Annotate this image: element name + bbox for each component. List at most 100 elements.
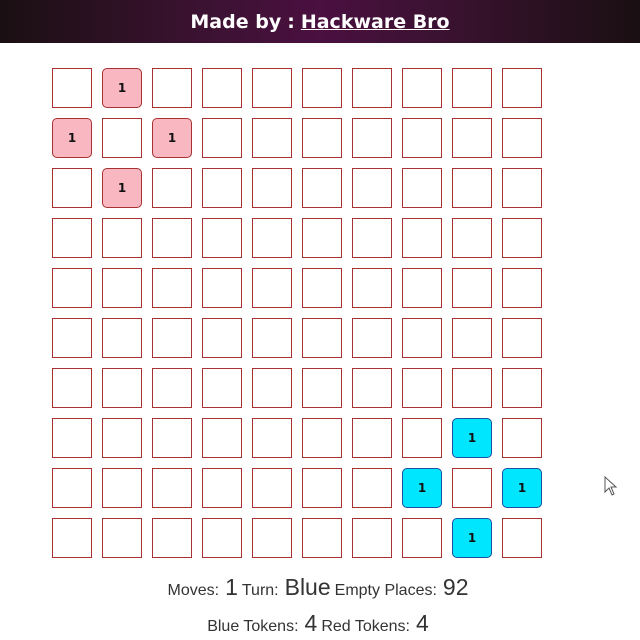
empty-cell[interactable] — [302, 218, 342, 258]
empty-cell[interactable] — [252, 218, 292, 258]
empty-cell[interactable] — [502, 218, 542, 258]
empty-cell[interactable] — [452, 68, 492, 108]
empty-cell[interactable] — [402, 268, 442, 308]
empty-cell[interactable] — [202, 218, 242, 258]
empty-cell[interactable] — [452, 168, 492, 208]
empty-cell[interactable] — [452, 118, 492, 158]
empty-cell[interactable] — [202, 268, 242, 308]
empty-cell[interactable] — [502, 318, 542, 358]
empty-cell[interactable] — [452, 268, 492, 308]
red-token-cell[interactable]: 1 — [152, 118, 192, 158]
empty-cell[interactable] — [52, 218, 92, 258]
empty-cell[interactable] — [252, 168, 292, 208]
empty-cell[interactable] — [402, 318, 442, 358]
empty-cell[interactable] — [352, 418, 392, 458]
empty-cell[interactable] — [102, 518, 142, 558]
empty-cell[interactable] — [152, 268, 192, 308]
empty-cell[interactable] — [52, 518, 92, 558]
empty-cell[interactable] — [352, 318, 392, 358]
empty-cell[interactable] — [352, 218, 392, 258]
empty-cell[interactable] — [152, 168, 192, 208]
empty-cell[interactable] — [402, 218, 442, 258]
blue-token-cell[interactable]: 1 — [502, 468, 542, 508]
empty-cell[interactable] — [52, 168, 92, 208]
empty-cell[interactable] — [202, 318, 242, 358]
empty-cell[interactable] — [102, 368, 142, 408]
empty-cell[interactable] — [252, 318, 292, 358]
empty-cell[interactable] — [202, 68, 242, 108]
empty-cell[interactable] — [202, 118, 242, 158]
empty-cell[interactable] — [502, 418, 542, 458]
empty-cell[interactable] — [252, 118, 292, 158]
empty-cell[interactable] — [352, 518, 392, 558]
red-token-cell[interactable]: 1 — [52, 118, 92, 158]
empty-cell[interactable] — [252, 68, 292, 108]
empty-cell[interactable] — [302, 268, 342, 308]
empty-cell[interactable] — [152, 418, 192, 458]
empty-cell[interactable] — [352, 468, 392, 508]
empty-cell[interactable] — [302, 318, 342, 358]
empty-cell[interactable] — [452, 318, 492, 358]
empty-cell[interactable] — [202, 518, 242, 558]
empty-cell[interactable] — [402, 518, 442, 558]
empty-cell[interactable] — [152, 218, 192, 258]
empty-cell[interactable] — [302, 68, 342, 108]
empty-cell[interactable] — [352, 268, 392, 308]
empty-cell[interactable] — [302, 418, 342, 458]
empty-cell[interactable] — [102, 218, 142, 258]
empty-cell[interactable] — [152, 518, 192, 558]
empty-cell[interactable] — [352, 368, 392, 408]
empty-cell[interactable] — [102, 418, 142, 458]
empty-cell[interactable] — [102, 118, 142, 158]
empty-cell[interactable] — [352, 68, 392, 108]
empty-cell[interactable] — [452, 218, 492, 258]
empty-cell[interactable] — [502, 118, 542, 158]
empty-cell[interactable] — [352, 118, 392, 158]
empty-cell[interactable] — [502, 518, 542, 558]
empty-cell[interactable] — [152, 318, 192, 358]
empty-cell[interactable] — [452, 368, 492, 408]
blue-token-cell[interactable]: 1 — [402, 468, 442, 508]
empty-cell[interactable] — [452, 468, 492, 508]
blue-token-cell[interactable]: 1 — [452, 418, 492, 458]
empty-cell[interactable] — [152, 368, 192, 408]
empty-cell[interactable] — [502, 168, 542, 208]
empty-cell[interactable] — [302, 368, 342, 408]
empty-cell[interactable] — [252, 468, 292, 508]
empty-cell[interactable] — [402, 168, 442, 208]
empty-cell[interactable] — [52, 318, 92, 358]
empty-cell[interactable] — [352, 168, 392, 208]
empty-cell[interactable] — [102, 468, 142, 508]
empty-cell[interactable] — [52, 68, 92, 108]
empty-cell[interactable] — [102, 268, 142, 308]
empty-cell[interactable] — [302, 518, 342, 558]
empty-cell[interactable] — [202, 368, 242, 408]
red-token-cell[interactable]: 1 — [102, 68, 142, 108]
empty-cell[interactable] — [302, 168, 342, 208]
empty-cell[interactable] — [152, 68, 192, 108]
author-link[interactable]: Hackware Bro — [301, 11, 450, 33]
empty-cell[interactable] — [302, 468, 342, 508]
empty-cell[interactable] — [402, 368, 442, 408]
empty-cell[interactable] — [502, 68, 542, 108]
empty-cell[interactable] — [202, 468, 242, 508]
empty-cell[interactable] — [502, 268, 542, 308]
empty-cell[interactable] — [402, 118, 442, 158]
empty-cell[interactable] — [252, 418, 292, 458]
empty-cell[interactable] — [202, 418, 242, 458]
empty-cell[interactable] — [252, 368, 292, 408]
empty-cell[interactable] — [152, 468, 192, 508]
empty-cell[interactable] — [102, 318, 142, 358]
empty-cell[interactable] — [52, 268, 92, 308]
empty-cell[interactable] — [202, 168, 242, 208]
empty-cell[interactable] — [502, 368, 542, 408]
red-token-cell[interactable]: 1 — [102, 168, 142, 208]
empty-cell[interactable] — [402, 418, 442, 458]
empty-cell[interactable] — [52, 468, 92, 508]
empty-cell[interactable] — [252, 518, 292, 558]
empty-cell[interactable] — [402, 68, 442, 108]
empty-cell[interactable] — [252, 268, 292, 308]
empty-cell[interactable] — [52, 368, 92, 408]
blue-token-cell[interactable]: 1 — [452, 518, 492, 558]
empty-cell[interactable] — [302, 118, 342, 158]
